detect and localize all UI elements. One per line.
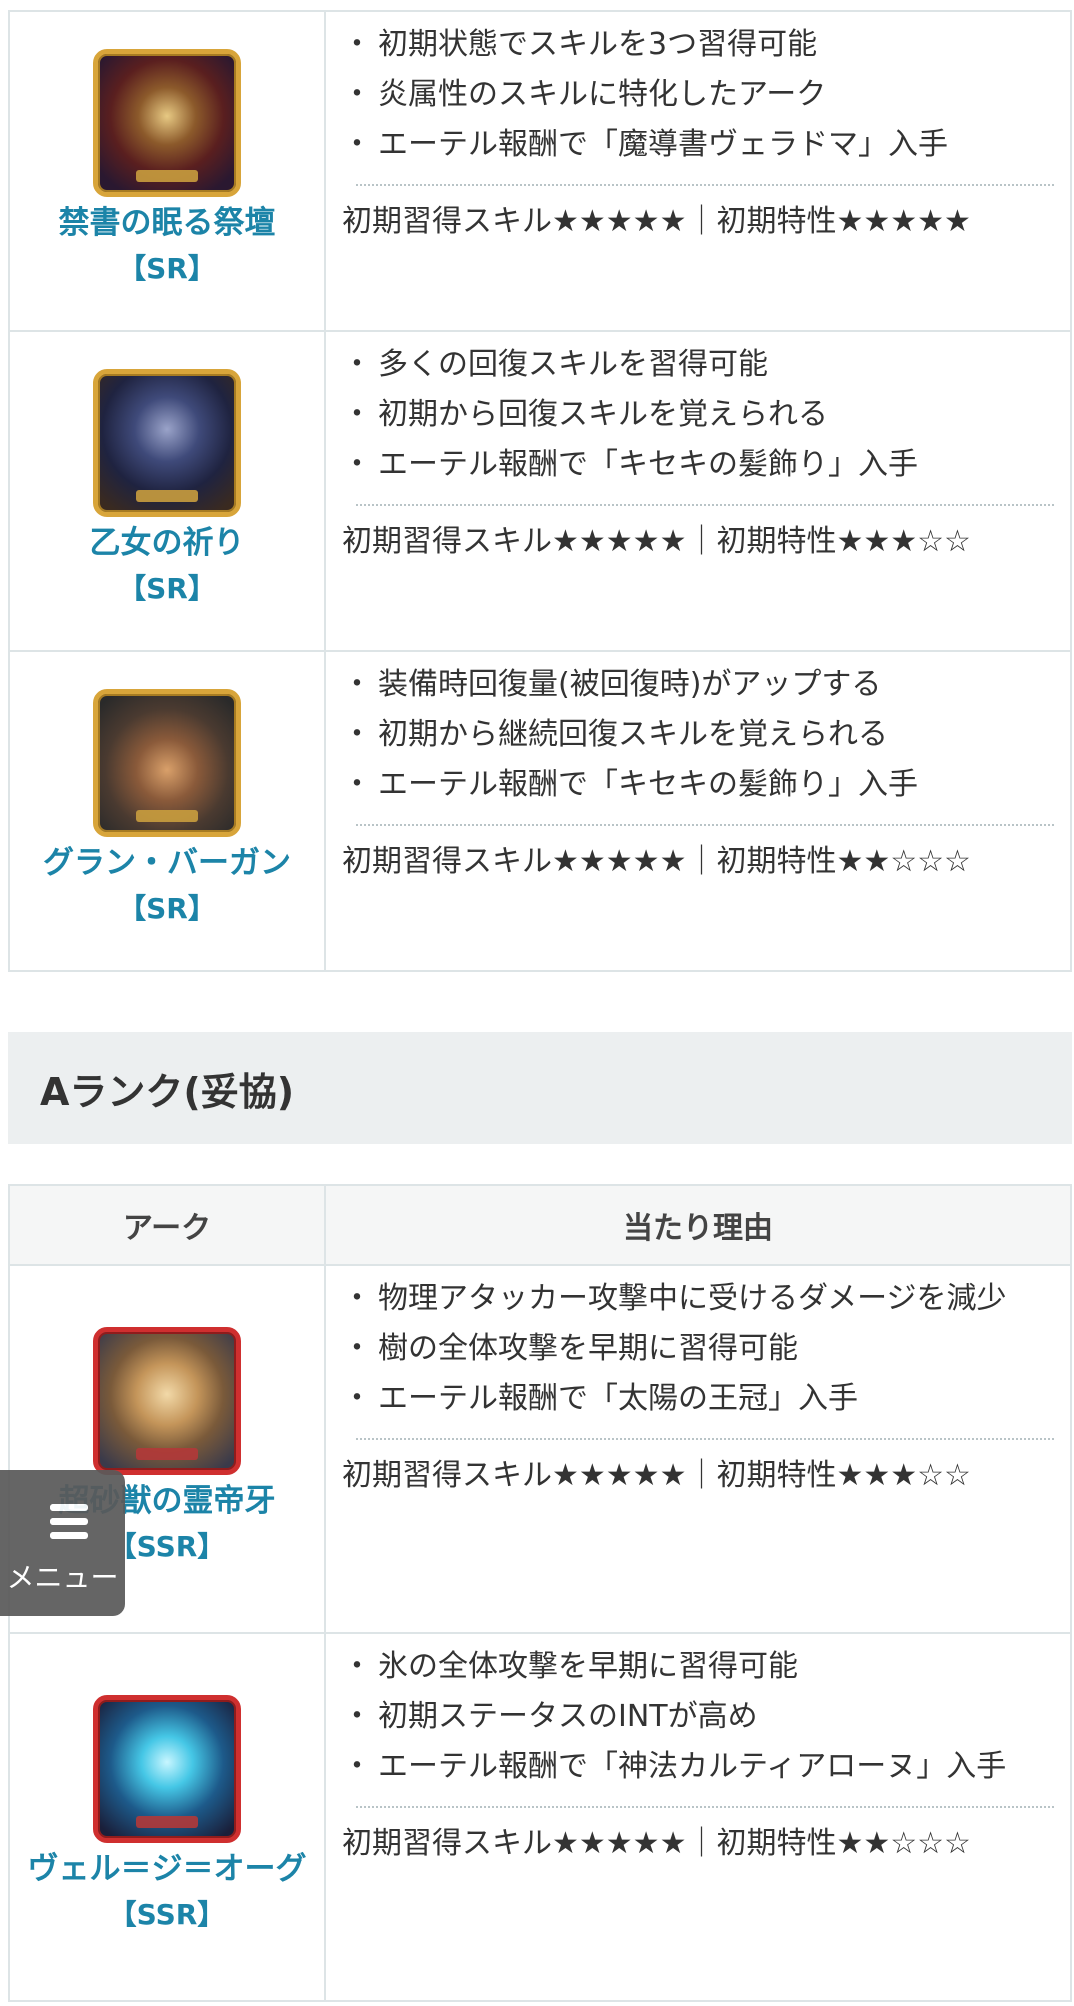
ark-table-a-rank: アーク 当たり理由 超砂獣の霊帝牙 【SSR】 物理アタッカー攻撃中に受けるダメ… (8, 1184, 1072, 2002)
ark-rarity: 【SR】 (118, 892, 216, 925)
ark-thumbnail[interactable] (93, 689, 241, 837)
table-row: 乙女の祈り 【SR】 多くの回復スキルを習得可能 初期から回復スキルを覚えられる… (8, 330, 1072, 652)
rating-text: 初期習得スキル★★★★★｜初期特性★★★☆☆ (342, 1458, 971, 1493)
reason-cell: 装備時回復量(被回復時)がアップする 初期から継続回復スキルを覚えられる エーテ… (324, 650, 1072, 972)
reason-item: エーテル報酬で「キセキの髪飾り」入手 (342, 760, 1054, 810)
ark-cell: ヴェル＝ジ＝オーグ 【SSR】 (8, 1632, 326, 2002)
ark-rarity: 【SR】 (118, 572, 216, 605)
reason-item: 初期から継続回復スキルを覚えられる (342, 710, 1054, 760)
reason-item: 初期ステータスのINTが高め (342, 1692, 1054, 1742)
reason-list: 氷の全体攻撃を早期に習得可能 初期ステータスのINTが高め エーテル報酬で「神法… (342, 1634, 1054, 1792)
menu-label: メニュー (6, 1561, 119, 1594)
list-menu-icon (36, 1504, 88, 1546)
column-header-ark: アーク (8, 1184, 326, 1266)
ark-name-link[interactable]: 禁書の眠る祭壇 (16, 201, 318, 245)
table-row: 超砂獣の霊帝牙 【SSR】 物理アタッカー攻撃中に受けるダメージを減少 樹の全体… (8, 1264, 1072, 1634)
nameplate-decoration (136, 810, 198, 822)
reason-cell: 氷の全体攻撃を早期に習得可能 初期ステータスのINTが高め エーテル報酬で「神法… (324, 1632, 1072, 2002)
nameplate-decoration (136, 1816, 198, 1828)
ark-rarity: 【SSR】 (108, 1898, 226, 1931)
reason-item: 物理アタッカー攻撃中に受けるダメージを減少 (342, 1274, 1054, 1324)
ark-cell: 乙女の祈り 【SR】 (8, 330, 326, 652)
dotted-divider (356, 184, 1054, 186)
nameplate-decoration (136, 490, 198, 502)
reason-item: 多くの回復スキルを習得可能 (342, 340, 1054, 390)
reason-item: エーテル報酬で「魔導書ヴェラドマ」入手 (342, 120, 1054, 170)
rating-text: 初期習得スキル★★★★★｜初期特性★★★★★ (342, 204, 971, 239)
reason-list: 多くの回復スキルを習得可能 初期から回復スキルを覚えられる エーテル報酬で「キセ… (342, 332, 1054, 490)
ark-thumbnail[interactable] (93, 49, 241, 197)
reason-cell: 初期状態でスキルを3つ習得可能 炎属性のスキルに特化したアーク エーテル報酬で「… (324, 10, 1072, 332)
ark-thumbnail[interactable] (93, 1327, 241, 1475)
ark-cell: グラン・バーガン 【SR】 (8, 650, 326, 972)
dotted-divider (356, 504, 1054, 506)
ark-name-link[interactable]: グラン・バーガン (16, 841, 318, 885)
reason-item: 樹の全体攻撃を早期に習得可能 (342, 1324, 1054, 1374)
reason-item: エーテル報酬で「キセキの髪飾り」入手 (342, 440, 1054, 490)
nameplate-decoration (136, 1448, 198, 1460)
reason-list: 初期状態でスキルを3つ習得可能 炎属性のスキルに特化したアーク エーテル報酬で「… (342, 12, 1054, 170)
reason-item: エーテル報酬で「神法カルティアローヌ」入手 (342, 1742, 1054, 1792)
table-row: ヴェル＝ジ＝オーグ 【SSR】 氷の全体攻撃を早期に習得可能 初期ステータスのI… (8, 1632, 1072, 2002)
ark-rarity: 【SR】 (118, 252, 216, 285)
ark-table-upper: 禁書の眠る祭壇 【SR】 初期状態でスキルを3つ習得可能 炎属性のスキルに特化し… (8, 10, 1072, 972)
column-header-reason: 当たり理由 (324, 1184, 1072, 1266)
table-row: グラン・バーガン 【SR】 装備時回復量(被回復時)がアップする 初期から継続回… (8, 650, 1072, 972)
ark-cell: 禁書の眠る祭壇 【SR】 (8, 10, 326, 332)
reason-item: 炎属性のスキルに特化したアーク (342, 70, 1054, 120)
ark-name-link[interactable]: 乙女の祈り (16, 521, 318, 565)
nameplate-decoration (136, 170, 198, 182)
dotted-divider (356, 824, 1054, 826)
reason-item: エーテル報酬で「太陽の王冠」入手 (342, 1374, 1054, 1424)
rating-text: 初期習得スキル★★★★★｜初期特性★★☆☆☆ (342, 844, 971, 879)
dotted-divider (356, 1806, 1054, 1808)
reason-item: 初期状態でスキルを3つ習得可能 (342, 20, 1054, 70)
reason-list: 装備時回復量(被回復時)がアップする 初期から継続回復スキルを覚えられる エーテ… (342, 652, 1054, 810)
reason-item: 装備時回復量(被回復時)がアップする (342, 660, 1054, 710)
ark-name-link[interactable]: ヴェル＝ジ＝オーグ (16, 1847, 318, 1891)
dotted-divider (356, 1438, 1054, 1440)
ark-thumbnail[interactable] (93, 369, 241, 517)
floating-menu-button[interactable]: メニュー (0, 1470, 125, 1616)
ark-thumbnail[interactable] (93, 1695, 241, 1843)
reason-cell: 物理アタッカー攻撃中に受けるダメージを減少 樹の全体攻撃を早期に習得可能 エーテ… (324, 1264, 1072, 1634)
rating-text: 初期習得スキル★★★★★｜初期特性★★☆☆☆ (342, 1826, 971, 1861)
reason-cell: 多くの回復スキルを習得可能 初期から回復スキルを覚えられる エーテル報酬で「キセ… (324, 330, 1072, 652)
section-title: Aランク(妥協) (40, 1069, 295, 1114)
reason-item: 氷の全体攻撃を早期に習得可能 (342, 1642, 1054, 1692)
table-row: 禁書の眠る祭壇 【SR】 初期状態でスキルを3つ習得可能 炎属性のスキルに特化し… (8, 10, 1072, 332)
reason-item: 初期から回復スキルを覚えられる (342, 390, 1054, 440)
table-header-row: アーク 当たり理由 (8, 1184, 1072, 1266)
section-heading: Aランク(妥協) (8, 1032, 1072, 1144)
rating-text: 初期習得スキル★★★★★｜初期特性★★★☆☆ (342, 524, 971, 559)
reason-list: 物理アタッカー攻撃中に受けるダメージを減少 樹の全体攻撃を早期に習得可能 エーテ… (342, 1266, 1054, 1424)
